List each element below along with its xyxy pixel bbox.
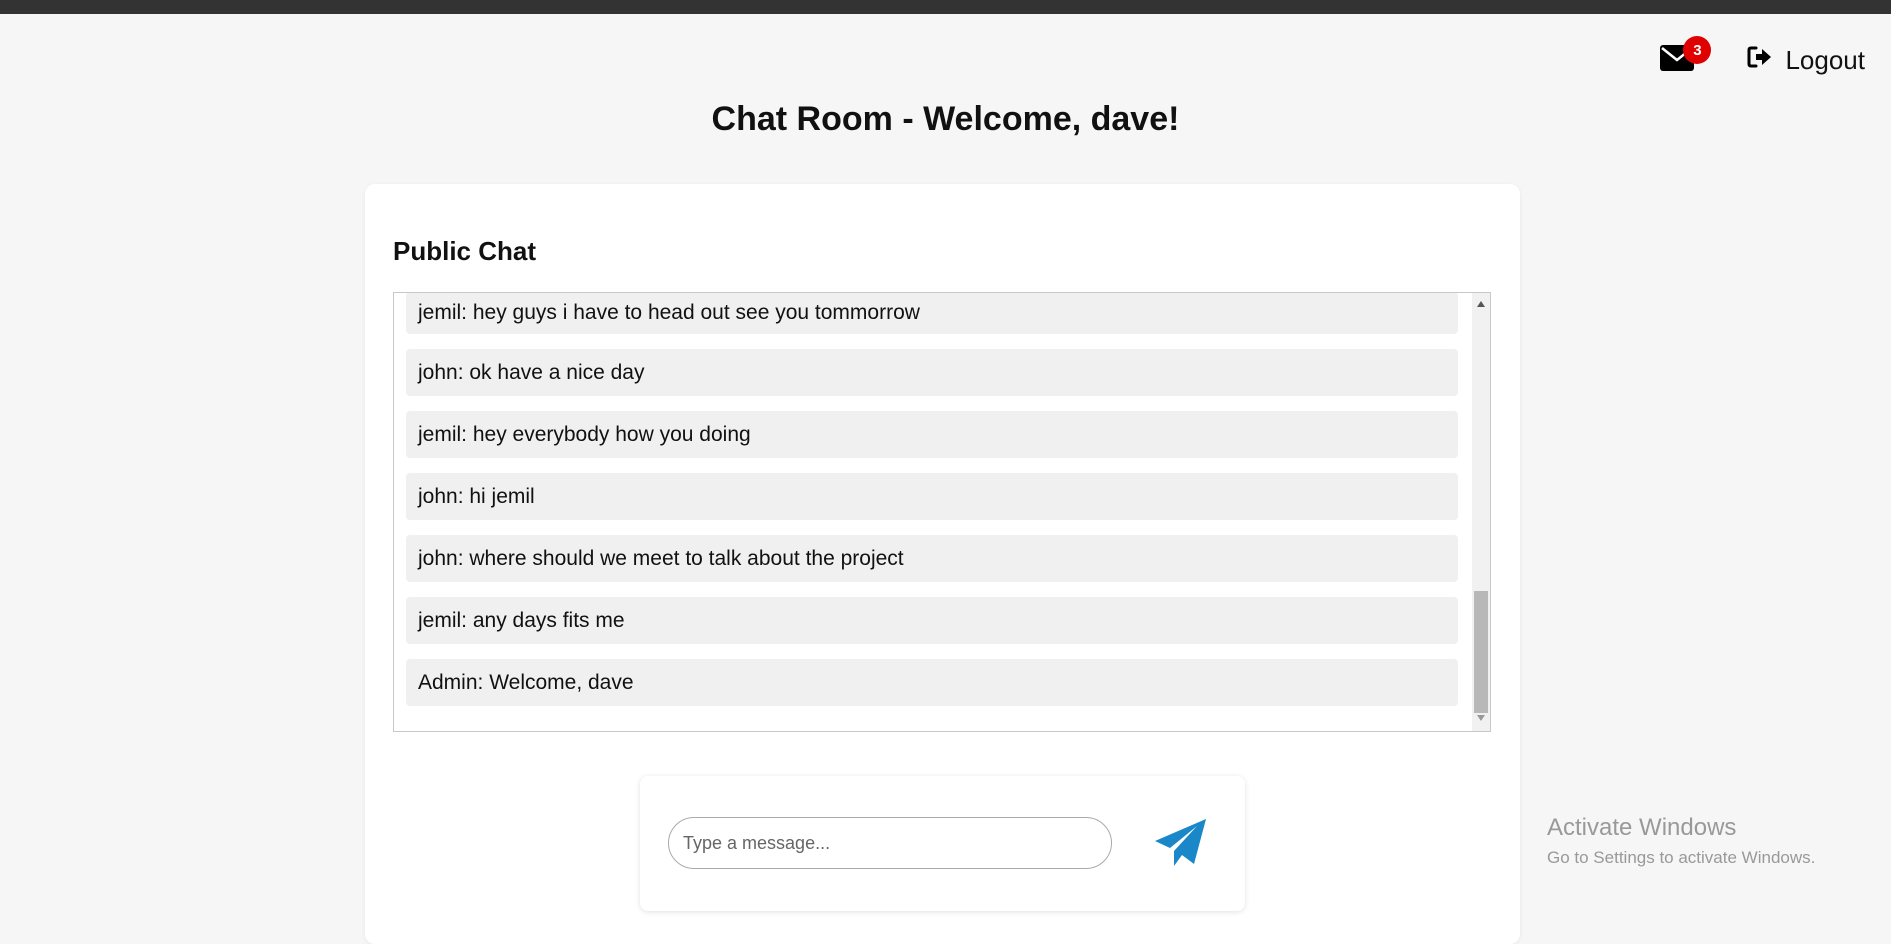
message-input[interactable] [668,817,1112,869]
chat-message: john: ok have a nice day [406,349,1458,396]
scroll-up-arrow-icon[interactable] [1477,301,1485,307]
paper-plane-icon [1153,817,1209,874]
message-list-scrollbar[interactable] [1472,293,1490,731]
header-actions: 3 Logout [1657,36,1865,80]
chat-message: jemil: hey everybody how you doing [406,411,1458,458]
logout-button[interactable]: Logout [1747,45,1865,76]
chat-section-title: Public Chat [393,236,537,266]
send-button[interactable] [1150,814,1212,876]
chat-message: jemil: hey guys i have to head out see y… [406,293,1458,334]
page-title: Chat Room - Welcome, dave! [711,100,1180,138]
logout-label: Logout [1785,44,1865,75]
chat-panel: Public Chat jemil: hey guys i have to he… [365,184,1520,944]
unread-badge: 3 [1683,36,1712,64]
scrollbar-thumb[interactable] [1474,591,1488,713]
message-list[interactable]: jemil: hey guys i have to head out see y… [393,292,1491,732]
sign-out-icon [1747,45,1773,76]
chat-message: john: where should we meet to talk about… [406,535,1458,582]
chat-message: Admin: Welcome, dave [406,659,1458,706]
message-composer [640,776,1245,911]
windows-activation-watermark: Activate Windows Go to Settings to activ… [1547,814,1815,868]
scroll-down-arrow-icon[interactable] [1477,715,1485,721]
chat-message: jemil: any days fits me [406,597,1458,644]
watermark-title: Activate Windows [1547,814,1737,841]
watermark-subtitle: Go to Settings to activate Windows. [1547,848,1816,867]
chat-message: john: hi jemil [406,473,1458,520]
inbox-button[interactable]: 3 [1657,36,1712,80]
messages-container: jemil: hey guys i have to head out see y… [406,293,1458,721]
browser-top-bar [0,0,1891,14]
